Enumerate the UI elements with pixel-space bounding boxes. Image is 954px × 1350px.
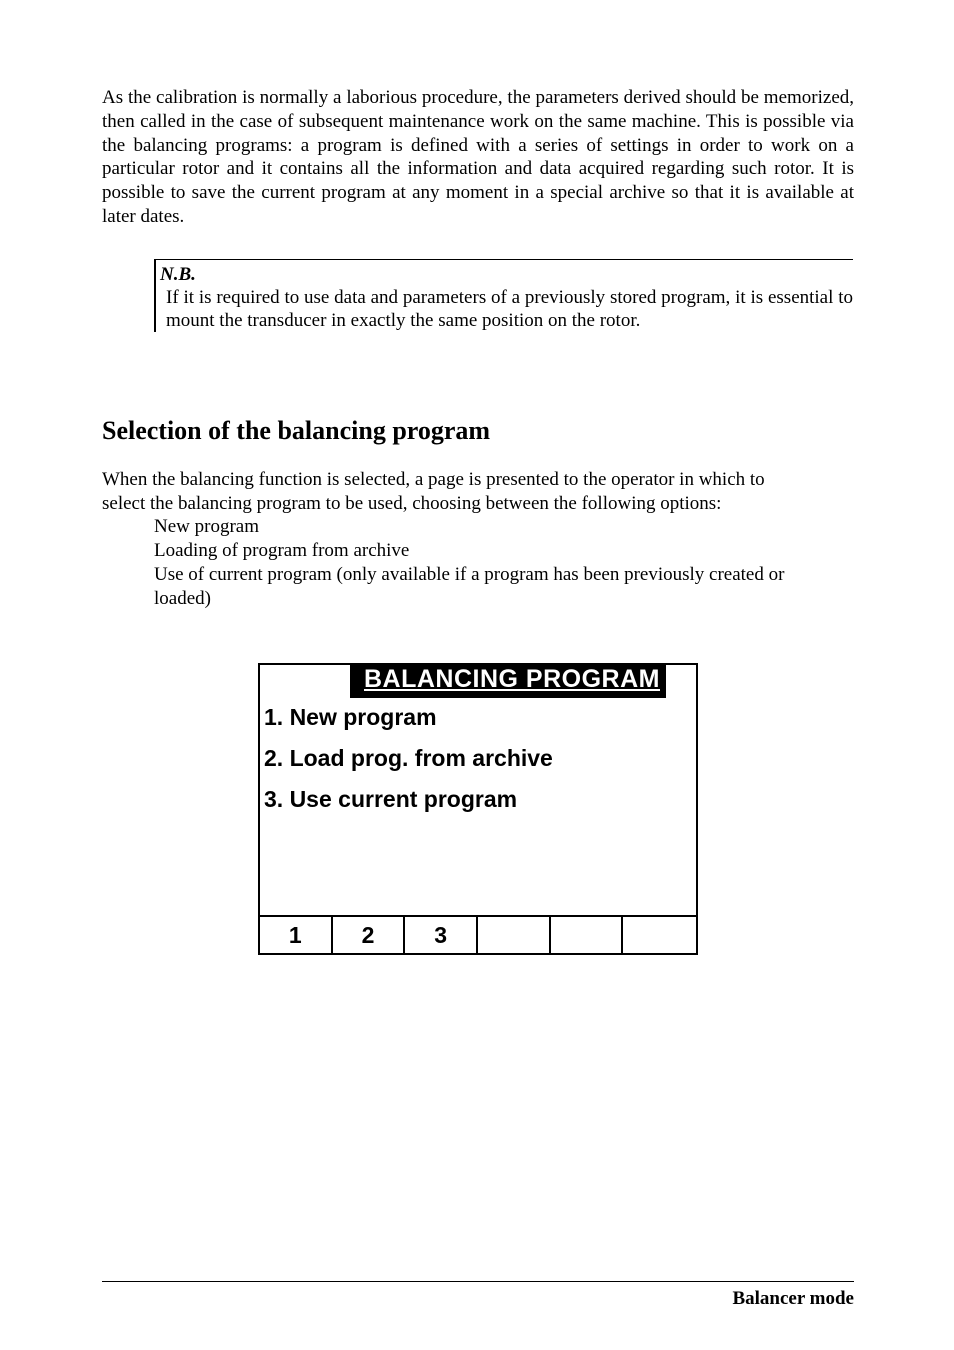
note-box: N.B. If it is required to use data and p…	[154, 259, 853, 332]
screen-softkeys: 1 2 3	[260, 915, 696, 953]
softkey-3[interactable]: 3	[405, 917, 478, 953]
section-heading: Selection of the balancing program	[102, 416, 854, 446]
softkey-1[interactable]: 1	[260, 917, 333, 953]
note-text: If it is required to use data and parame…	[160, 286, 853, 332]
option-line-3: Use of current program (only available i…	[102, 563, 854, 587]
note-heading: N.B.	[160, 264, 853, 286]
softkey-6[interactable]	[623, 917, 696, 953]
option-line-1: New program	[102, 515, 854, 539]
softkey-4[interactable]	[478, 917, 551, 953]
option-line-4: loaded)	[102, 587, 854, 611]
menu-item-new-program[interactable]: 1. New program	[264, 704, 690, 731]
option-line-2: Loading of program from archive	[102, 539, 854, 563]
page-footer: Balancer mode	[102, 1281, 854, 1310]
document-page: As the calibration is normally a laborio…	[0, 0, 954, 1350]
section-intro-line-2: select the balancing program to be used,…	[102, 492, 854, 516]
menu-item-load-from-archive[interactable]: 2. Load prog. from archive	[264, 745, 690, 772]
intro-paragraph: As the calibration is normally a laborio…	[102, 86, 854, 229]
screen-title: BALANCING PROGRAM	[350, 665, 666, 698]
menu-item-use-current[interactable]: 3. Use current program	[264, 786, 690, 813]
device-screen: BALANCING PROGRAM 1. New program 2. Load…	[258, 663, 698, 955]
screen-menu: 1. New program 2. Load prog. from archiv…	[260, 698, 696, 915]
softkey-5[interactable]	[551, 917, 624, 953]
softkey-2[interactable]: 2	[333, 917, 406, 953]
screen-title-row: BALANCING PROGRAM	[260, 665, 696, 698]
section-intro-line-1: When the balancing function is selected,…	[102, 468, 854, 492]
screen-title-spacer	[260, 665, 350, 693]
